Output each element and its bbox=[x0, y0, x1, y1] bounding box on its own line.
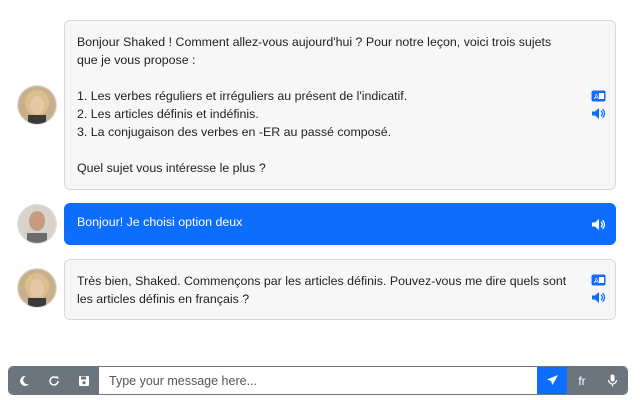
microphone-button[interactable] bbox=[597, 367, 627, 394]
translate-button[interactable]: A bbox=[590, 273, 606, 287]
send-button[interactable] bbox=[537, 367, 567, 394]
message-line: Quel sujet vous intéresse le plus ? bbox=[77, 161, 266, 175]
speaker-icon bbox=[591, 291, 605, 303]
message-line: 2. Les articles définis et indéfinis. bbox=[77, 107, 259, 121]
message-input[interactable] bbox=[99, 367, 537, 394]
speak-button[interactable] bbox=[590, 290, 606, 304]
dark-mode-button[interactable] bbox=[9, 367, 39, 394]
translate-icon: A bbox=[591, 274, 605, 286]
tutor-avatar bbox=[18, 269, 56, 307]
language-button[interactable]: fr bbox=[567, 367, 597, 394]
tutor-avatar bbox=[18, 86, 56, 124]
speak-button[interactable] bbox=[590, 106, 606, 120]
speaker-icon bbox=[591, 218, 605, 230]
translate-button[interactable]: A bbox=[590, 89, 606, 103]
speak-button[interactable] bbox=[590, 217, 606, 231]
assistant-bubble: Très bien, Shaked. Commençons par les ar… bbox=[64, 259, 616, 320]
svg-text:A: A bbox=[594, 93, 599, 101]
speaker-icon bbox=[591, 107, 605, 119]
user-avatar bbox=[18, 205, 56, 243]
message-line: Bonjour Shaked ! Comment allez-vous aujo… bbox=[77, 35, 552, 67]
message-line: 1. Les verbes réguliers et irréguliers a… bbox=[77, 89, 408, 103]
translate-icon: A bbox=[591, 90, 605, 102]
svg-text:A: A bbox=[594, 277, 599, 285]
microphone-icon bbox=[607, 374, 617, 387]
send-icon bbox=[546, 375, 558, 385]
user-bubble: Bonjour! Je choisi option deux bbox=[64, 203, 616, 245]
message-line: Bonjour! Je choisi option deux bbox=[77, 215, 243, 229]
save-icon bbox=[79, 375, 89, 386]
refresh-button[interactable] bbox=[39, 367, 69, 394]
refresh-icon bbox=[49, 375, 59, 386]
message-line: 3. La conjugaison des verbes en -ER au p… bbox=[77, 125, 392, 139]
assistant-bubble: Bonjour Shaked ! Comment allez-vous aujo… bbox=[64, 20, 616, 190]
message-line: Très bien, Shaked. Commençons par les ar… bbox=[77, 274, 567, 306]
moon-icon bbox=[20, 375, 29, 386]
chat-input-bar: fr bbox=[8, 366, 628, 395]
save-button[interactable] bbox=[69, 367, 99, 394]
